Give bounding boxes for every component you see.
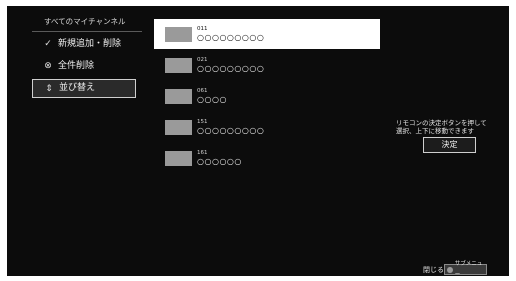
menu-item-label: 全件削除 [58, 61, 95, 71]
checkmark-icon: ✓ [44, 39, 52, 49]
channel-name: ○○○○○○○○○ [197, 64, 265, 73]
menu-item-add-delete[interactable]: ✓ 新規追加・削除 [32, 35, 142, 53]
sidebar-divider [32, 31, 142, 32]
channel-number: 151 [197, 119, 208, 125]
channel-row[interactable]: 011 ○○○○○○○○○ [154, 19, 380, 49]
channel-row[interactable]: 061 ○○○○ [154, 81, 380, 111]
instruction-text: リモコンの決定ボタンを押して 選択、上下に移動できます [396, 119, 506, 135]
channel-number: 011 [197, 26, 208, 32]
channel-name: ○○○○ [197, 95, 227, 104]
channel-row[interactable]: 021 ○○○○○○○○○ [154, 50, 380, 80]
channel-name: ○○○○○○ [197, 157, 242, 166]
channel-number: 161 [197, 150, 208, 156]
sort-arrows-icon: ⇕ [45, 83, 53, 94]
channel-logo [165, 27, 192, 42]
sidebar-title: すべてのマイチャンネル [44, 17, 126, 26]
channel-row[interactable]: 151 ○○○○○○○○○ [154, 112, 380, 142]
menu-item-label: 新規追加・削除 [58, 39, 122, 49]
channel-number: 021 [197, 57, 208, 63]
channel-logo [165, 58, 192, 73]
menu-item-label: 並び替え [59, 83, 96, 93]
instruction-line: リモコンの決定ボタンを押して [396, 119, 487, 127]
channel-logo [165, 151, 192, 166]
confirm-button[interactable]: 決定 [423, 137, 476, 153]
channel-name: ○○○○○○○○○ [197, 126, 265, 135]
clear-circle-icon: ⊗ [44, 61, 52, 71]
menu-item-sort[interactable]: ⇕ 並び替え [32, 79, 136, 98]
channel-logo [165, 89, 192, 104]
sidebar: すべてのマイチャンネル ✓ 新規追加・削除 ⊗ 全件削除 ⇕ 並び替え [32, 16, 142, 102]
close-label: 閉じる [423, 266, 444, 274]
channel-name: ○○○○○○○○○ [197, 33, 265, 42]
submenu-label: サブメニュー [454, 260, 483, 278]
remote-button-icon [447, 266, 453, 273]
menu-item-delete-all[interactable]: ⊗ 全件削除 [32, 57, 142, 75]
channel-list: 011 ○○○○○○○○○ 021 ○○○○○○○○○ 061 ○○○○ 151… [154, 19, 380, 174]
channel-logo [165, 120, 192, 135]
instruction-line: 選択、上下に移動できます [396, 127, 474, 135]
channel-sort-screen: すべてのマイチャンネル ✓ 新規追加・削除 ⊗ 全件削除 ⇕ 並び替え 011 … [7, 6, 509, 278]
submenu-button[interactable]: サブメニュー [444, 261, 487, 278]
channel-number: 061 [197, 88, 208, 94]
channel-row[interactable]: 161 ○○○○○○ [154, 143, 380, 173]
